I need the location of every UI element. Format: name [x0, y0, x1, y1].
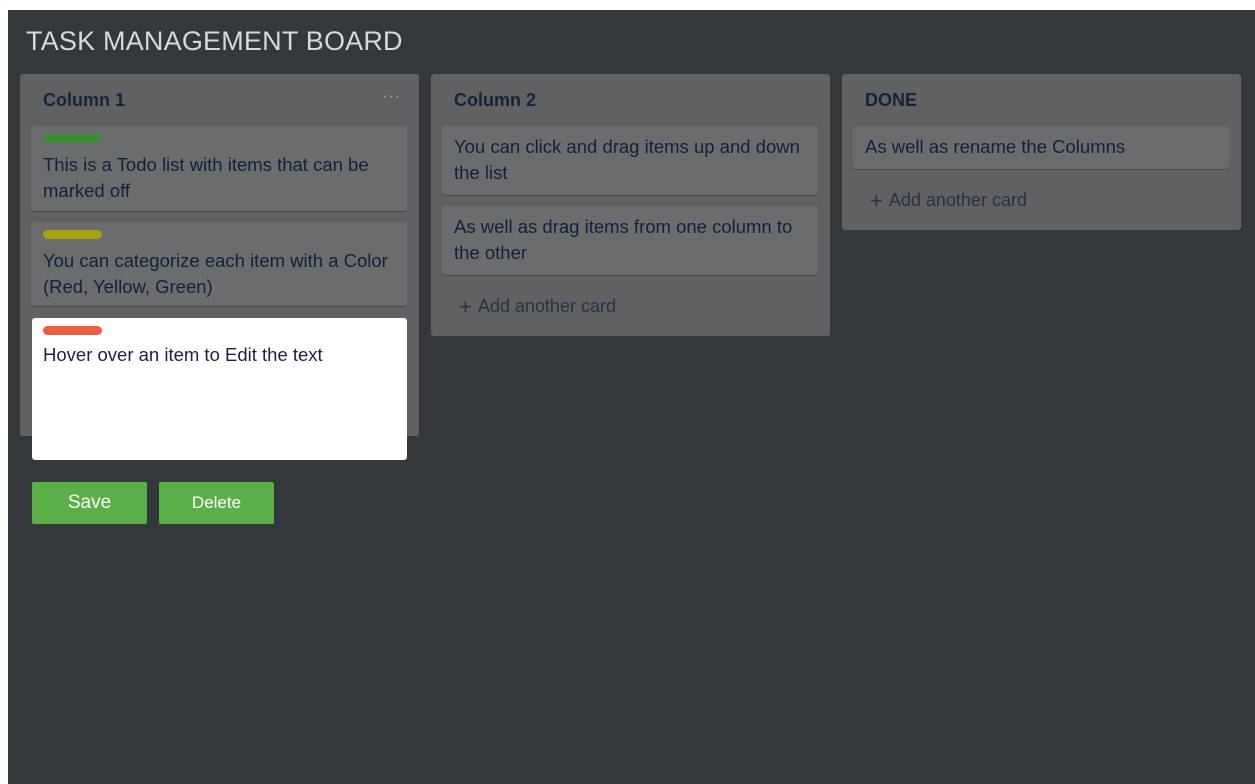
card-text: You can click and drag items up and down… [454, 136, 800, 183]
add-card-button[interactable]: + Add another card [459, 294, 616, 320]
card-text: You can categorize each item with a Colo… [43, 250, 388, 297]
card[interactable]: You can click and drag items up and down… [442, 126, 818, 195]
card[interactable]: You can categorize each item with a Colo… [31, 222, 407, 306]
add-card-label: Add another card [888, 190, 1027, 210]
column-2: Column 2 You can click and drag items up… [431, 74, 830, 336]
card-text: This is a Todo list with items that can … [43, 154, 369, 201]
board-title: TASK MANAGEMENT BOARD [26, 26, 403, 56]
board-frame: TASK MANAGEMENT BOARD Column 1 ··· This … [8, 10, 1255, 784]
add-card-label: Add another card [477, 296, 616, 316]
card[interactable]: As well as drag items from one column to… [442, 206, 818, 275]
column-done: DONE As well as rename the Columns + Add … [842, 74, 1241, 230]
edit-card-textarea[interactable]: Hover over an item to Edit the text [43, 342, 396, 368]
edit-card[interactable]: Hover over an item to Edit the text [32, 318, 407, 460]
card[interactable]: This is a Todo list with items that can … [31, 126, 407, 211]
column-title[interactable]: Column 1 [43, 90, 125, 111]
delete-button[interactable]: Delete [159, 482, 274, 524]
add-card-button[interactable]: + Add another card [870, 188, 1027, 214]
save-button[interactable]: Save [32, 482, 147, 524]
label-yellow [43, 230, 102, 239]
plus-icon: + [870, 188, 883, 213]
label-red[interactable] [43, 326, 102, 335]
card-text: As well as rename the Columns [865, 136, 1126, 157]
card[interactable]: As well as rename the Columns [853, 126, 1229, 169]
more-horizontal-icon[interactable]: ··· [382, 88, 401, 106]
column-title[interactable]: DONE [865, 90, 917, 111]
plus-icon: + [459, 294, 472, 319]
card-text: As well as drag items from one column to… [454, 216, 793, 263]
column-title[interactable]: Column 2 [454, 90, 536, 111]
label-green [43, 134, 102, 143]
